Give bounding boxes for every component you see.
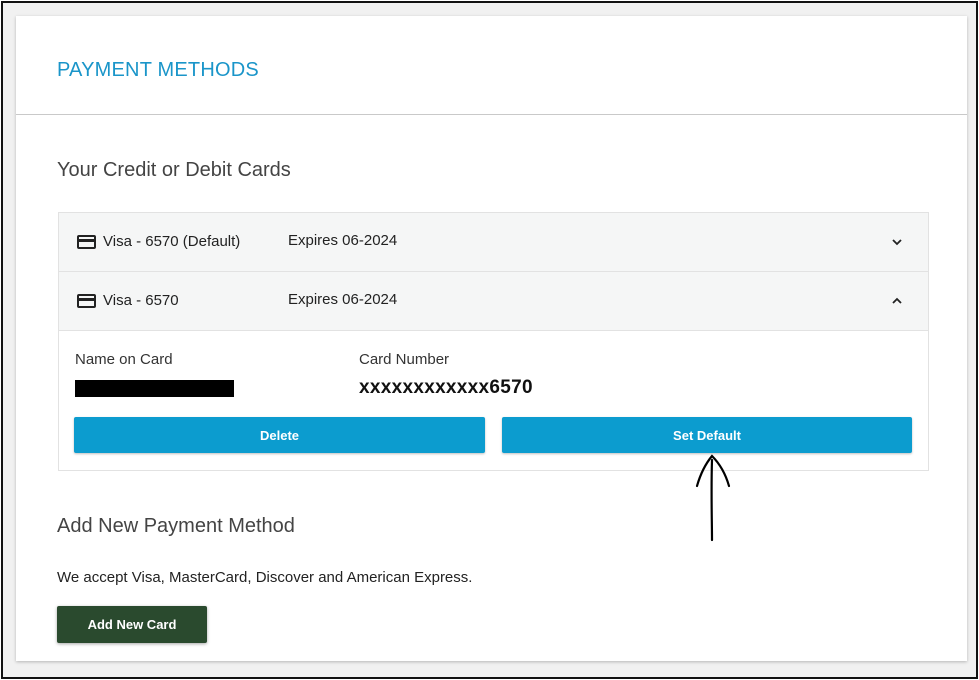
card-label: Visa - 6570 bbox=[103, 292, 179, 309]
hand-drawn-arrow-annotation bbox=[695, 454, 731, 542]
card-number-label: Card Number bbox=[359, 351, 450, 368]
card-detail: Name on Card Card Number Sultan Tahanous… bbox=[59, 331, 928, 470]
credit-card-icon bbox=[77, 294, 96, 308]
name-on-card-value-redacted: Sultan Tahanousah bbox=[75, 380, 234, 397]
chevron-up-icon[interactable] bbox=[892, 296, 902, 306]
delete-button[interactable]: Delete bbox=[74, 417, 485, 453]
page-title: PAYMENT METHODS bbox=[57, 59, 259, 81]
chevron-down-icon[interactable] bbox=[892, 237, 902, 247]
card-label: Visa - 6570 (Default) bbox=[103, 233, 241, 250]
name-on-card-label: Name on Card bbox=[75, 351, 173, 368]
accepted-cards-text: We accept Visa, MasterCard, Discover and… bbox=[57, 569, 473, 586]
panel-header: PAYMENT METHODS bbox=[16, 16, 967, 115]
screenshot-frame: PAYMENT METHODS Your Credit or Debit Car… bbox=[1, 1, 978, 679]
add-new-card-button[interactable]: Add New Card bbox=[57, 606, 207, 643]
credit-card-icon bbox=[77, 235, 96, 249]
card-number-value: xxxxxxxxxxxx6570 bbox=[359, 377, 533, 398]
cards-section-title: Your Credit or Debit Cards bbox=[57, 159, 291, 181]
add-payment-title: Add New Payment Method bbox=[57, 515, 295, 537]
card-expiry: Expires 06-2024 bbox=[288, 291, 398, 308]
cards-list: Visa - 6570 (Default) Expires 06-2024 Vi… bbox=[58, 212, 929, 471]
payment-methods-panel: PAYMENT METHODS Your Credit or Debit Car… bbox=[16, 16, 967, 661]
card-row-default[interactable]: Visa - 6570 (Default) Expires 06-2024 bbox=[59, 213, 928, 272]
card-expiry: Expires 06-2024 bbox=[288, 232, 398, 249]
set-default-button[interactable]: Set Default bbox=[502, 417, 912, 453]
card-row-expanded[interactable]: Visa - 6570 Expires 06-2024 bbox=[59, 272, 928, 331]
